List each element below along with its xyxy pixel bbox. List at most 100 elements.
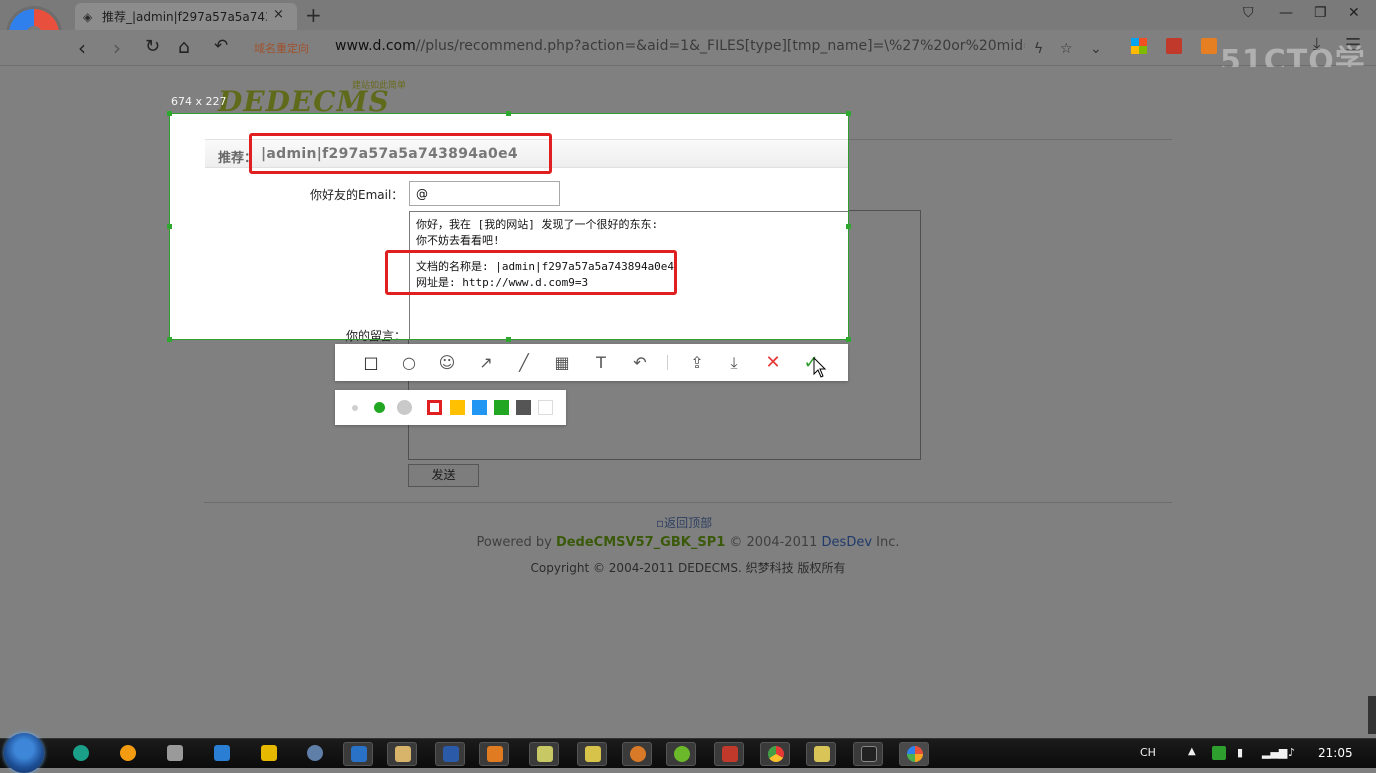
taskbar-chrome-app[interactable] bbox=[760, 742, 790, 766]
powered-mid: © 2004-2011 bbox=[725, 535, 822, 550]
back-button[interactable]: ‹ bbox=[78, 36, 86, 60]
brush-size-large[interactable] bbox=[397, 400, 412, 415]
restore-tab-button[interactable]: ↶ bbox=[214, 36, 228, 56]
url-field[interactable]: 域名重定向 www.d.com//plus/recommend.php?acti… bbox=[250, 35, 1110, 61]
tray-expand-icon[interactable]: ▲ bbox=[1188, 746, 1196, 757]
pin-window-icon[interactable]: ⛉ bbox=[1243, 5, 1254, 21]
minimize-button[interactable]: — bbox=[1279, 5, 1293, 21]
lightning-icon[interactable]: ϟ bbox=[1034, 41, 1043, 57]
resize-handle-b[interactable] bbox=[506, 337, 511, 342]
taskbar-record-app[interactable] bbox=[622, 742, 652, 766]
mosaic-icon[interactable]: ▦ bbox=[552, 353, 572, 373]
side-scroll-tab[interactable] bbox=[1368, 696, 1376, 734]
taskbar-ie-app[interactable] bbox=[300, 742, 330, 766]
resize-handle-tr[interactable] bbox=[846, 111, 851, 116]
tab-close-icon[interactable]: × bbox=[273, 7, 284, 22]
annotation-rect-title[interactable] bbox=[249, 133, 552, 174]
undo-icon[interactable]: ↶ bbox=[630, 353, 650, 373]
taskbar-explorer-app[interactable] bbox=[387, 742, 417, 766]
resize-handle-t[interactable] bbox=[506, 111, 511, 116]
brush-size-medium[interactable] bbox=[374, 402, 385, 413]
powered-prefix: Powered by bbox=[476, 535, 556, 550]
swatch-white[interactable] bbox=[538, 400, 553, 415]
start-button[interactable] bbox=[4, 733, 44, 773]
desktop-screen: ◈ 推荐_|admin|f297a57a5a743 × + ⛉ — ❐ ✕ ‹ … bbox=[0, 0, 1376, 773]
battery-icon[interactable]: ▮ bbox=[1237, 746, 1243, 759]
message-line-greeting: 你好，我在 [我的网站] 发现了一个很好的东东: bbox=[416, 218, 659, 231]
toolbar-separator bbox=[667, 355, 668, 370]
back-to-top-link[interactable]: ▫返回顶部 bbox=[656, 514, 712, 531]
chevron-down-icon[interactable]: ⌄ bbox=[1090, 41, 1102, 57]
record-icon bbox=[630, 746, 646, 762]
home-button[interactable]: ⌂ bbox=[178, 36, 190, 58]
taskbar-notepad-app[interactable] bbox=[529, 742, 559, 766]
email-field-highlighted[interactable]: @ bbox=[409, 181, 560, 206]
star-icon[interactable]: ☆ bbox=[1060, 41, 1073, 57]
text-icon[interactable]: T bbox=[591, 353, 611, 373]
restore-button[interactable]: ❐ bbox=[1314, 5, 1327, 21]
volume-icon[interactable]: ♪ bbox=[1288, 746, 1295, 759]
windows-taskbar: CH ▲ ▮ ▂▄▆ ♪ 21:05 bbox=[0, 733, 1376, 773]
swatch-blue[interactable] bbox=[472, 400, 487, 415]
resize-handle-br[interactable] bbox=[846, 337, 851, 342]
taskbar-sail-app[interactable] bbox=[207, 742, 237, 766]
swatch-red-selected[interactable] bbox=[427, 400, 442, 415]
taskbar-editor-app[interactable] bbox=[577, 742, 607, 766]
resize-handle-tl[interactable] bbox=[167, 111, 172, 116]
swatch-green[interactable] bbox=[494, 400, 509, 415]
resize-handle-bl[interactable] bbox=[167, 337, 172, 342]
sublime-icon bbox=[487, 746, 503, 762]
taskbar-green-app[interactable] bbox=[254, 742, 284, 766]
ps-icon bbox=[861, 746, 877, 762]
powered-brand-link[interactable]: DedeCMSV57_GBK_SP1 bbox=[556, 535, 725, 550]
taskbar-notes-app[interactable] bbox=[806, 742, 836, 766]
powered-company-link[interactable]: DesDev bbox=[822, 535, 872, 550]
taskbar-app-1[interactable] bbox=[66, 742, 96, 766]
taskbar-word-app[interactable] bbox=[435, 742, 465, 766]
cancel-icon[interactable]: ✕ bbox=[763, 353, 783, 373]
tool-app-icon bbox=[351, 746, 367, 762]
download-icon[interactable]: ⤓ bbox=[724, 353, 744, 373]
ime-indicator[interactable]: CH bbox=[1140, 746, 1156, 759]
chat-app-icon bbox=[167, 745, 183, 761]
taskbar-ps-app[interactable] bbox=[853, 742, 883, 766]
network-icon[interactable]: ▂▄▆ bbox=[1262, 746, 1287, 759]
taskbar-leaf-app[interactable] bbox=[666, 742, 696, 766]
swatch-gray[interactable] bbox=[516, 400, 531, 415]
arrow-icon[interactable]: ↗ bbox=[476, 353, 496, 373]
red-extension-icon[interactable] bbox=[1166, 38, 1182, 54]
powered-suffix: Inc. bbox=[872, 535, 900, 550]
url-text[interactable]: www.d.com//plus/recommend.php?action=&ai… bbox=[335, 38, 1025, 54]
windows-extension-icon[interactable] bbox=[1131, 38, 1147, 54]
browser-icon bbox=[907, 746, 923, 762]
translate-extension-icon[interactable] bbox=[1201, 38, 1217, 54]
taskbar-sublime-app[interactable] bbox=[479, 742, 509, 766]
resize-handle-r[interactable] bbox=[846, 224, 851, 229]
browser-tab[interactable]: ◈ 推荐_|admin|f297a57a5a743 × bbox=[75, 3, 297, 30]
send-button[interactable]: 发送 bbox=[408, 464, 479, 487]
share-icon[interactable]: ⇪ bbox=[687, 353, 707, 373]
emoji-icon[interactable]: ☺ bbox=[437, 353, 457, 373]
taskbar-tool-app[interactable] bbox=[343, 742, 373, 766]
pen-icon[interactable]: ╱ bbox=[514, 353, 534, 373]
rectangle-icon[interactable]: □ bbox=[361, 353, 381, 373]
app-icon bbox=[73, 745, 89, 761]
new-tab-button[interactable]: + bbox=[305, 3, 322, 27]
redirect-badge: 域名重定向 bbox=[254, 42, 309, 55]
database-icon bbox=[722, 746, 738, 762]
close-window-button[interactable]: ✕ bbox=[1348, 5, 1360, 21]
folder-icon bbox=[395, 746, 411, 762]
forward-button[interactable]: › bbox=[113, 36, 121, 60]
taskbar-search-app[interactable] bbox=[113, 742, 143, 766]
resize-handle-l[interactable] bbox=[167, 224, 172, 229]
reload-button[interactable]: ↻ bbox=[145, 36, 160, 57]
ellipse-icon[interactable]: ○ bbox=[399, 353, 419, 373]
tray-app-icon[interactable] bbox=[1212, 746, 1226, 760]
taskbar-chat-app[interactable] bbox=[160, 742, 190, 766]
annotation-rect-message[interactable] bbox=[385, 250, 677, 295]
brush-size-small[interactable] bbox=[352, 405, 358, 411]
taskbar-db-app[interactable] bbox=[714, 742, 744, 766]
taskbar-browser-app[interactable] bbox=[899, 742, 929, 766]
system-clock[interactable]: 21:05 bbox=[1318, 746, 1353, 760]
swatch-yellow[interactable] bbox=[450, 400, 465, 415]
